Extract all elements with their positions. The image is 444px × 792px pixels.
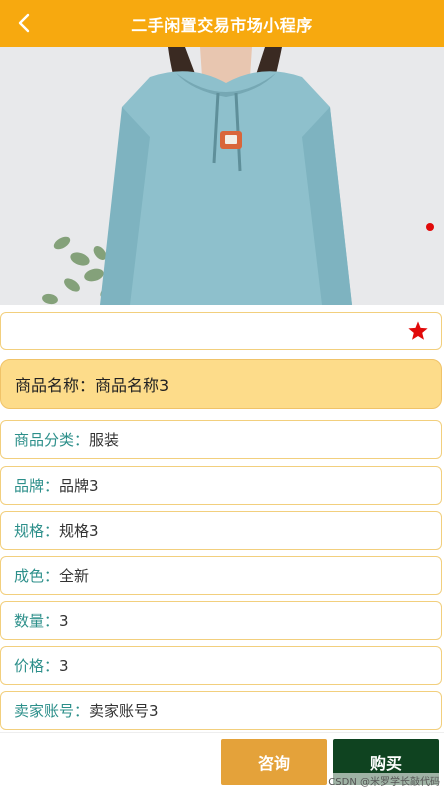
- detail-value: 品牌3: [59, 477, 99, 495]
- product-name-label: 商品名称：: [15, 376, 96, 395]
- carousel-indicator-dot[interactable]: [426, 223, 434, 231]
- detail-label: 商品分类：: [14, 431, 90, 449]
- detail-row-quantity: 数量： 3: [0, 601, 442, 640]
- detail-value: 服装: [89, 431, 120, 449]
- detail-value: 3: [59, 656, 69, 675]
- product-name-card: 商品名称： 商品名称3: [0, 359, 442, 409]
- detail-row-price: 价格： 3: [0, 646, 442, 685]
- detail-value: 3: [59, 611, 69, 630]
- product-image-carousel[interactable]: [0, 47, 444, 305]
- page-title: 二手闲置交易市场小程序: [131, 15, 313, 35]
- back-button[interactable]: [10, 9, 38, 37]
- detail-value: 卖家账号3: [89, 702, 159, 720]
- detail-label: 数量：: [14, 612, 60, 630]
- product-name-value: 商品名称3: [95, 376, 170, 395]
- detail-row-spec: 规格： 规格3: [0, 511, 442, 550]
- detail-row-category: 商品分类： 服装: [0, 420, 442, 459]
- detail-value: 全新: [59, 567, 90, 585]
- consult-button[interactable]: 咨询: [221, 739, 327, 785]
- detail-label: 品牌：: [14, 477, 60, 495]
- favorite-row: [0, 312, 442, 350]
- product-photo: [0, 47, 444, 305]
- detail-row-brand: 品牌： 品牌3: [0, 466, 442, 505]
- watermark: CSDN @米罗学长敲代码: [328, 773, 440, 788]
- star-icon[interactable]: [407, 320, 429, 342]
- detail-row-condition: 成色： 全新: [0, 556, 442, 595]
- detail-label: 价格：: [14, 657, 60, 675]
- product-detail-page: 二手闲置交易市场小程序 商品名称： 商品名称3 商品分类： 服装 品牌： 品牌3…: [0, 0, 444, 792]
- detail-row-seller: 卖家账号： 卖家账号3: [0, 691, 442, 730]
- detail-label: 规格：: [14, 522, 60, 540]
- detail-label: 卖家账号：: [14, 702, 90, 720]
- detail-value: 规格3: [59, 522, 99, 540]
- bottom-action-bar: 咨询 购买 CSDN @米罗学长敲代码: [0, 732, 444, 792]
- top-nav-bar: 二手闲置交易市场小程序: [0, 0, 444, 47]
- chevron-left-icon: [18, 13, 30, 33]
- detail-label: 成色：: [14, 567, 60, 585]
